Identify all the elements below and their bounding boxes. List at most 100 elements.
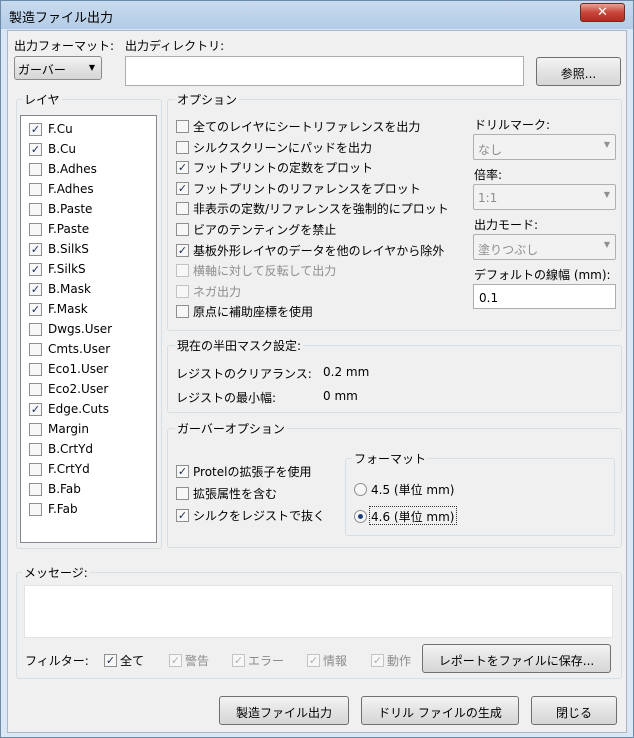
- filter-label-item: 動作: [387, 654, 412, 668]
- layer-item[interactable]: ✓ F.Cu: [29, 120, 149, 140]
- layer-item[interactable]: B.Adhes: [29, 160, 149, 180]
- option-checkbox[interactable]: [176, 120, 189, 133]
- browse-button[interactable]: 参照...: [536, 57, 621, 86]
- layer-label: F.Paste: [48, 222, 90, 236]
- option-checkbox[interactable]: [176, 140, 189, 154]
- save-report-button[interactable]: レポートをファイルに保存...: [422, 644, 611, 673]
- messages-area[interactable]: [24, 585, 613, 638]
- layer-item[interactable]: F.CrtYd: [29, 460, 149, 480]
- chevron-down-icon: ▼: [88, 63, 95, 72]
- option-label: ネガ出力: [193, 284, 242, 299]
- layer-checkbox[interactable]: ✓: [29, 243, 42, 256]
- layer-item[interactable]: B.Fab: [29, 480, 149, 500]
- scale-value: 1:1: [478, 191, 498, 205]
- mask-clearance-label: レジストのクリアランス:: [176, 367, 312, 381]
- option-label: フットプリントの定数をプロット: [193, 161, 374, 176]
- layer-checkbox[interactable]: [29, 183, 42, 196]
- filter-checkbox[interactable]: ✓: [104, 654, 117, 667]
- layer-label: F.SilkS: [48, 262, 86, 276]
- layer-checkbox[interactable]: [29, 203, 42, 216]
- layer-item[interactable]: F.Fab: [29, 500, 149, 520]
- plot-mode-select[interactable]: 塗りつぶし ▼: [473, 234, 616, 260]
- layer-checkbox[interactable]: ✓: [29, 263, 42, 276]
- drill-marks-select[interactable]: なし ▼: [473, 134, 616, 160]
- layer-label: Edge.Cuts: [48, 402, 109, 416]
- layer-item[interactable]: ✓ Edge.Cuts: [29, 400, 149, 420]
- radio-dot: [358, 514, 363, 519]
- layer-checkbox[interactable]: ✓: [29, 123, 42, 136]
- option-checkbox[interactable]: [176, 223, 189, 236]
- focus-rect: [369, 506, 457, 525]
- layer-checkbox[interactable]: [29, 443, 42, 456]
- layer-checkbox[interactable]: [29, 503, 42, 516]
- layers-title: レイヤ: [22, 91, 62, 108]
- layer-checkbox[interactable]: ✓: [29, 143, 42, 156]
- output-directory-input[interactable]: [125, 56, 524, 86]
- output-format-select[interactable]: ガーバー ▼: [14, 56, 102, 80]
- option-checkbox[interactable]: ✓: [176, 161, 189, 175]
- layer-item[interactable]: Cmts.User: [29, 340, 149, 360]
- mask-min-width-value: 0 mm: [323, 389, 358, 403]
- layer-item[interactable]: ✓ B.SilkS: [29, 240, 149, 260]
- layer-item[interactable]: B.CrtYd: [29, 440, 149, 460]
- layer-label: F.Mask: [48, 302, 88, 316]
- layer-checkbox[interactable]: ✓: [29, 303, 42, 316]
- line-width-input[interactable]: 0.1: [473, 284, 616, 309]
- format-radio[interactable]: [354, 510, 367, 523]
- layer-item[interactable]: Eco2.User: [29, 380, 149, 400]
- gerber-option-checkbox[interactable]: ✓: [176, 465, 189, 478]
- layer-checkbox[interactable]: [29, 483, 42, 496]
- layer-item[interactable]: ✓ B.Mask: [29, 280, 149, 300]
- option-checkbox[interactable]: [176, 305, 189, 319]
- drill-marks-label: ドリルマーク:: [474, 118, 551, 132]
- layer-checkbox[interactable]: [29, 423, 42, 436]
- gerber-option-checkbox[interactable]: ✓: [176, 509, 189, 522]
- layer-item[interactable]: ✓ B.Cu: [29, 140, 149, 160]
- scale-select[interactable]: 1:1 ▼: [473, 184, 616, 210]
- format-radio[interactable]: [354, 483, 367, 496]
- option-label: 基板外形レイヤのデータを他のレイヤから除外: [193, 243, 445, 258]
- output-format-value: ガーバー: [18, 63, 66, 77]
- mask-min-width-label: レジストの最小幅:: [176, 391, 277, 405]
- close-button[interactable]: 閉じる: [531, 696, 617, 725]
- option-label: シルクスクリーンにパッドを出力: [193, 140, 373, 155]
- layer-checkbox[interactable]: [29, 323, 42, 336]
- close-window-button[interactable]: ✕: [580, 3, 625, 22]
- gerber-option-checkbox[interactable]: [176, 487, 189, 500]
- plot-dialog: 製造ファイル出力 ✕ 出力フォーマット: ガーバー ▼ 出力ディレクトリ: 参照…: [0, 0, 634, 738]
- layer-item[interactable]: Margin: [29, 420, 149, 440]
- option-checkbox[interactable]: ✓: [176, 181, 189, 195]
- option-label: 横軸に対して反転して出力: [193, 264, 337, 279]
- layer-checkbox[interactable]: ✓: [29, 283, 42, 296]
- plot-button[interactable]: 製造ファイル出力: [219, 696, 349, 725]
- option-checkbox[interactable]: [176, 202, 189, 216]
- filter-label-item: エラー: [248, 654, 285, 668]
- layer-item[interactable]: Eco1.User: [29, 360, 149, 380]
- layer-checkbox[interactable]: ✓: [29, 403, 42, 416]
- option-checkbox[interactable]: ✓: [176, 243, 189, 257]
- layer-checkbox[interactable]: [29, 343, 42, 356]
- output-directory-label: 出力ディレクトリ:: [125, 39, 225, 53]
- line-width-label: デフォルトの線幅 (mm):: [474, 268, 611, 282]
- layer-checkbox[interactable]: [29, 163, 42, 176]
- layer-item[interactable]: F.Adhes: [29, 180, 149, 200]
- layer-checkbox[interactable]: [29, 383, 42, 396]
- filter-label-item: 情報: [323, 654, 348, 668]
- option-label: ビアのテンティングを禁止: [193, 223, 337, 237]
- layer-item[interactable]: F.Paste: [29, 220, 149, 240]
- layer-checkbox[interactable]: [29, 363, 42, 376]
- gerber-options-title: ガーバーオプション: [175, 420, 287, 437]
- layer-checkbox[interactable]: [29, 463, 42, 476]
- layer-item[interactable]: ✓ F.SilkS: [29, 260, 149, 280]
- layer-item[interactable]: ✓ F.Mask: [29, 300, 149, 320]
- layer-label: B.Fab: [48, 482, 81, 496]
- chevron-down-icon: ▼: [603, 190, 610, 199]
- scale-label: 倍率:: [474, 168, 503, 182]
- output-format-label: 出力フォーマット:: [14, 39, 115, 53]
- option-checkbox: [176, 264, 189, 278]
- option-label: 原点に補助座標を使用: [193, 305, 314, 320]
- generate-drill-file-button[interactable]: ドリル ファイルの生成: [361, 696, 519, 725]
- layer-item[interactable]: B.Paste: [29, 200, 149, 220]
- layer-checkbox[interactable]: [29, 223, 42, 236]
- layer-item[interactable]: Dwgs.User: [29, 320, 149, 340]
